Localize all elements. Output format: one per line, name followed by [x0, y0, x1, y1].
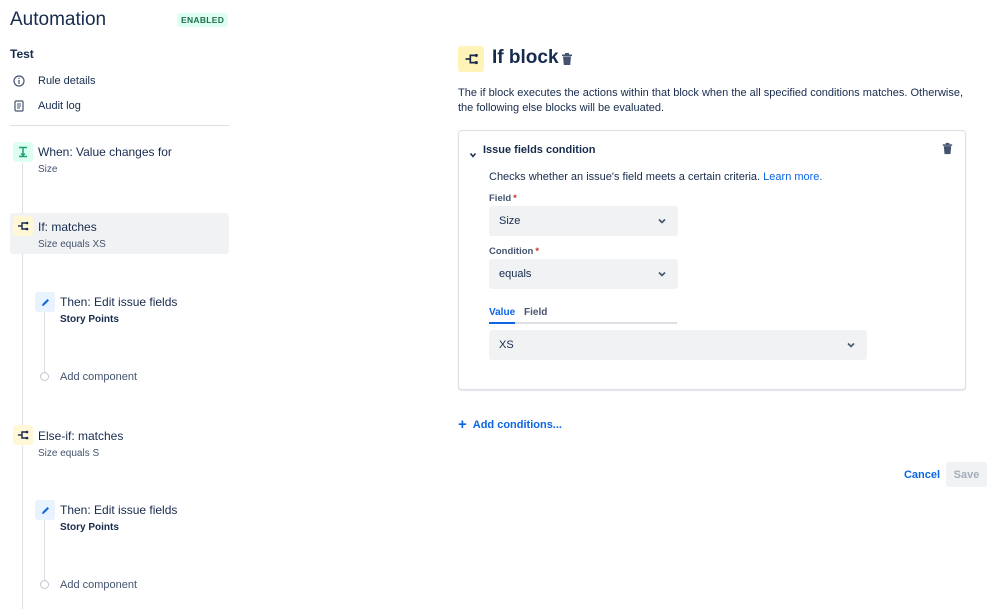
condition-select[interactable]: equals [489, 259, 678, 289]
required-mark: * [513, 193, 517, 204]
panel-description: The if block executes the actions within… [458, 87, 964, 114]
app-title: Automation [10, 9, 107, 30]
timeline-connector [22, 446, 23, 609]
value-select[interactable]: XS [489, 330, 867, 360]
pencil-icon [35, 500, 55, 520]
condition-card: Issue fields condition Checks whether an… [458, 130, 966, 390]
value-tabs: Value Field [489, 307, 677, 324]
step-then-2-sub: Story Points [60, 522, 119, 533]
step-then-1-title[interactable]: Then: Edit issue fields [60, 295, 177, 309]
trash-icon[interactable] [941, 142, 954, 155]
timeline-connector [44, 312, 45, 372]
chevron-down-icon [656, 268, 668, 280]
add-component-link[interactable]: Add component [60, 371, 137, 383]
tab-field[interactable]: Field [524, 307, 547, 318]
condition-label: Condition * [489, 246, 539, 257]
step-else-if-title[interactable]: Else-if: matches [38, 429, 123, 443]
step-then-2-title[interactable]: Then: Edit issue fields [60, 503, 177, 517]
pencil-icon [35, 292, 55, 312]
step-then-1-sub: Story Points [60, 314, 119, 325]
tab-value[interactable]: Value [489, 307, 516, 324]
add-component-link[interactable]: Add component [60, 579, 137, 591]
step-else-if-sub: Size equals S [38, 448, 100, 459]
add-conditions-button[interactable]: + Add conditions... [458, 416, 562, 433]
branch-icon [13, 216, 33, 236]
rule-name: Test [10, 47, 34, 61]
step-if-title[interactable]: If: matches [38, 220, 97, 234]
add-conditions-label: Add conditions... [472, 419, 562, 431]
step-if-sub: Size equals XS [38, 239, 106, 250]
field-select-value: Size [499, 215, 521, 227]
condition-card-toggle[interactable]: Issue fields condition [469, 144, 596, 158]
learn-more-link[interactable]: Learn more. [763, 171, 822, 183]
chevron-down-icon [845, 339, 857, 351]
nav-label: Audit log [38, 100, 81, 112]
field-label: Field * [489, 193, 517, 204]
cancel-button[interactable]: Cancel [900, 464, 944, 486]
condition-select-value: equals [499, 268, 532, 280]
trash-icon[interactable] [560, 52, 574, 66]
sidebar-divider [10, 125, 229, 126]
value-select-value: XS [499, 339, 514, 351]
required-mark: * [535, 246, 540, 257]
panel-title: If block [492, 47, 559, 68]
add-dot-icon [40, 372, 49, 381]
condition-description-text: Checks whether an issue's field meets a … [489, 171, 761, 183]
condition-title: Issue fields condition [483, 144, 596, 156]
field-select[interactable]: Size [489, 206, 678, 236]
condition-description: Checks whether an issue's field meets a … [489, 171, 822, 183]
nav-audit-log[interactable]: Audit log [12, 97, 81, 115]
nav-rule-details[interactable]: Rule details [12, 72, 95, 90]
add-dot-icon [40, 580, 49, 589]
timeline-connector [22, 163, 23, 213]
nav-label: Rule details [38, 75, 96, 87]
step-trigger-title[interactable]: When: Value changes for [38, 145, 172, 159]
save-button[interactable]: Save [946, 462, 987, 487]
field-label-text: Field [489, 193, 512, 204]
condition-label-text: Condition [489, 246, 534, 257]
status-badge: ENABLED [177, 13, 229, 27]
document-icon [12, 99, 26, 113]
chevron-down-icon [469, 146, 477, 158]
timeline-connector [44, 520, 45, 580]
step-trigger-sub: Size [38, 164, 58, 175]
info-icon [12, 74, 26, 88]
chevron-down-icon [656, 215, 668, 227]
branch-icon [458, 46, 484, 72]
branch-icon [13, 425, 33, 445]
timeline-connector [22, 254, 23, 426]
trigger-icon [13, 142, 33, 162]
plus-icon: + [458, 416, 467, 433]
